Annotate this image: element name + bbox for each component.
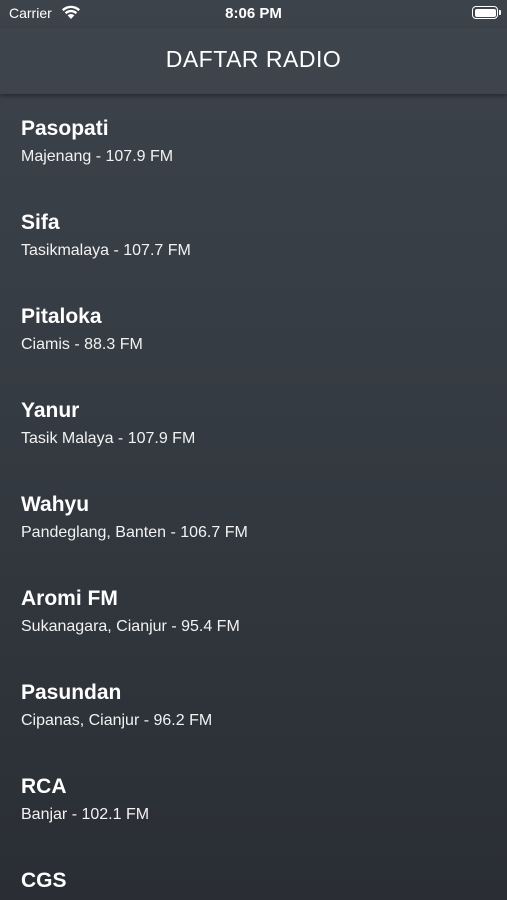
station-name: Wahyu (21, 493, 90, 516)
station-name: Pasopati (21, 117, 109, 140)
station-name: Pitaloka (21, 305, 102, 328)
station-name: Sifa (21, 211, 60, 234)
station-name: Aromi FM (21, 587, 118, 610)
status-bar: Carrier 8:06 PM (0, 0, 507, 28)
list-item[interactable]: Aromi FM Sukanagara, Cianjur - 95.4 FM (0, 564, 507, 658)
station-detail: Tasikmalaya - 107.7 FM (21, 242, 191, 259)
list-item[interactable]: Pasundan Cipanas, Cianjur - 96.2 FM (0, 658, 507, 752)
page-title: DAFTAR RADIO (165, 46, 342, 72)
list-item[interactable]: Pasopati Majenang - 107.9 FM (0, 94, 507, 188)
station-name: RCA (21, 775, 67, 798)
station-detail: Tasik Malaya - 107.9 FM (21, 430, 196, 447)
radio-station-list: Pasopati Majenang - 107.9 FM Sifa Tasikm… (0, 94, 507, 900)
station-detail: Cipanas, Cianjur - 96.2 FM (21, 712, 213, 729)
list-item[interactable]: CGS (0, 846, 507, 900)
status-time: 8:06 PM (225, 5, 282, 22)
station-detail: Sukanagara, Cianjur - 95.4 FM (21, 618, 240, 635)
station-name: Pasundan (21, 681, 122, 704)
station-name: CGS (21, 869, 67, 892)
station-detail: Pandeglang, Banten - 106.7 FM (21, 524, 248, 541)
navigation-bar: DAFTAR RADIO (0, 28, 507, 94)
station-detail: Ciamis - 88.3 FM (21, 336, 143, 353)
battery-icon (472, 6, 501, 19)
list-item[interactable]: Pitaloka Ciamis - 88.3 FM (0, 282, 507, 376)
list-item[interactable]: RCA Banjar - 102.1 FM (0, 752, 507, 846)
list-item[interactable]: Sifa Tasikmalaya - 107.7 FM (0, 188, 507, 282)
station-detail: Banjar - 102.1 FM (21, 806, 150, 823)
list-item[interactable]: Wahyu Pandeglang, Banten - 106.7 FM (0, 470, 507, 564)
station-name: Yanur (21, 399, 80, 422)
list-item[interactable]: Yanur Tasik Malaya - 107.9 FM (0, 376, 507, 470)
station-detail: Majenang - 107.9 FM (21, 148, 174, 165)
